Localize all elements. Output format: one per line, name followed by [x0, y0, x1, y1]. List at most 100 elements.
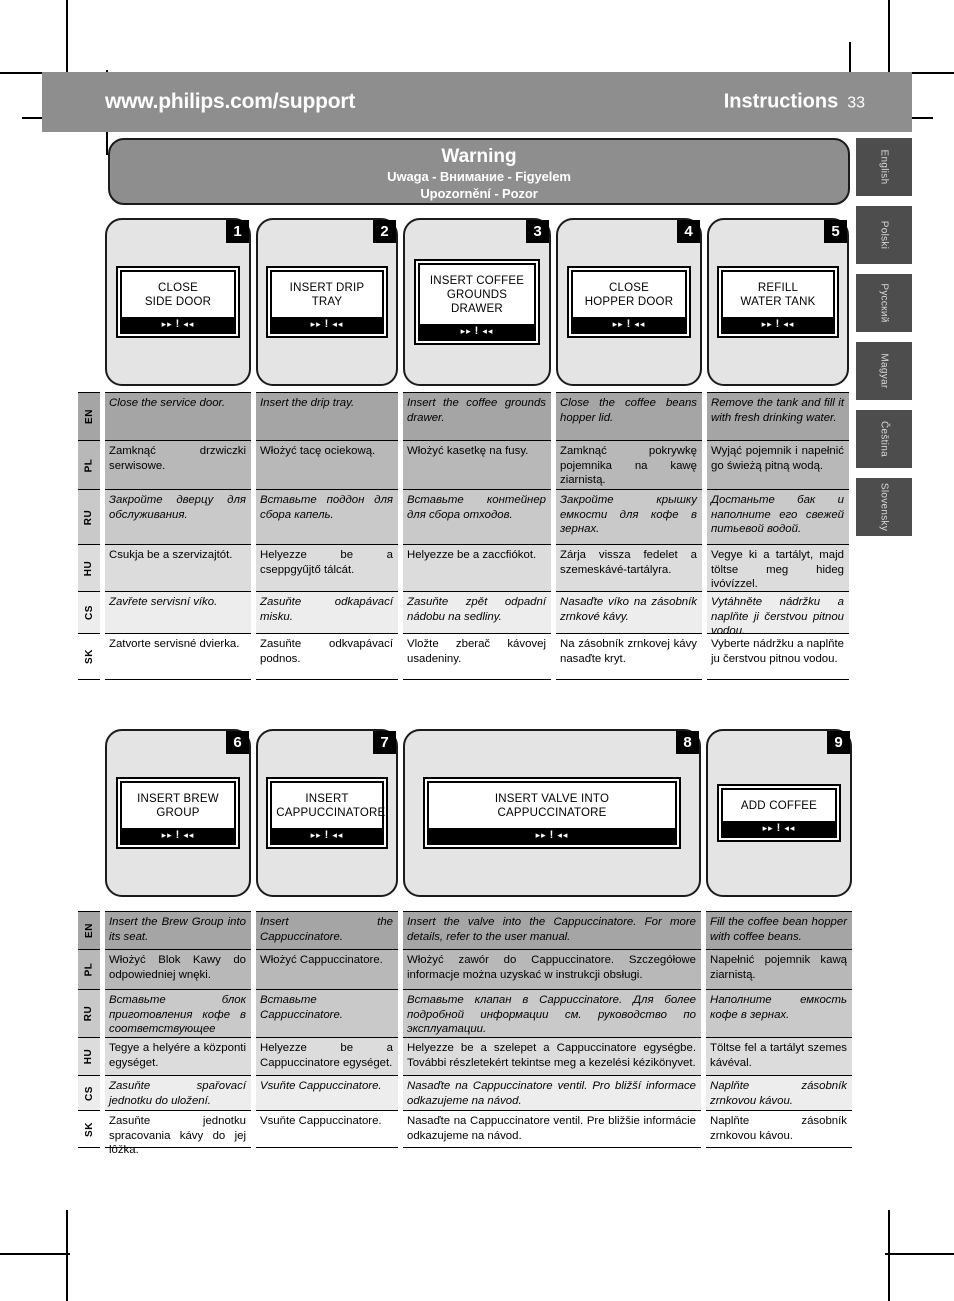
page-header: www.philips.com/support Instructions 33	[42, 72, 912, 132]
translation-column: Insert the valve into the Cappuccinatore…	[403, 911, 701, 1148]
translation-column: Insert the drip tray. Włożyć tacę ociekow…	[256, 392, 398, 680]
display-panel: 4 CLOSE HOPPER DOOR ▸▸! ◂◂	[556, 218, 702, 386]
language-code-label: EN	[83, 409, 95, 424]
lcd-screen: ADD COFFEE ▸▸! ◂◂	[716, 784, 842, 842]
fast-forward-icon: ▸▸	[535, 830, 547, 840]
rewind-icon: ◂◂	[183, 830, 195, 840]
language-tab-label: Polski	[878, 220, 890, 250]
translation-column: Insert the Brew Group into its seat. Włoż…	[105, 911, 251, 1156]
warning-subtitle-line2: Upozornění - Pozor	[420, 186, 538, 201]
lcd-screen: CLOSE SIDE DOOR ▸▸! ◂◂	[115, 266, 241, 338]
exclamation-icon: !	[775, 318, 781, 330]
display-panel: 7 INSERT CAPPUCCINATORE ▸▸! ◂◂	[256, 729, 398, 897]
language-code-label: EN	[83, 923, 95, 938]
crop-mark-bottom-right-h	[885, 1253, 954, 1255]
display-panel: 6 INSERT BREW GROUP ▸▸! ◂◂	[105, 729, 251, 897]
language-code-label: RU	[83, 1005, 95, 1022]
display-panel-row-2: 6 INSERT BREW GROUP ▸▸! ◂◂ 7 INSERT CAPPUCCIN…	[105, 729, 852, 897]
language-code-cell: HU	[78, 1037, 100, 1075]
display-panel-row-1: 1 CLOSE SIDE DOOR ▸▸! ◂◂ 2 INSERT DRIP TRAY ▸▸…	[105, 218, 849, 386]
step-number-badge: 2	[373, 220, 396, 243]
translation-cell: Zasuňte spařovací jednotku do uložení.	[105, 1075, 251, 1110]
translation-cell: Insert the Cappuccinatore.	[256, 911, 398, 949]
rewind-icon: ◂◂	[557, 830, 569, 840]
translation-cell: Вставьте блок приготовления кофе в соотв…	[105, 989, 251, 1050]
translation-cell: Helyezze be a Cappuccinatore egységet.	[256, 1037, 398, 1075]
lcd-screen: INSERT VALVE INTO CAPPUCCINATORE ▸▸! ◂◂	[422, 777, 682, 849]
fast-forward-icon: ▸▸	[310, 830, 322, 840]
language-code-cell: HU	[78, 544, 100, 591]
language-tab-label: Slovensky	[878, 482, 890, 532]
translation-cell: Zavřete servisní víko.	[105, 591, 251, 633]
language-tab-2[interactable]: Русский	[856, 274, 912, 332]
lcd-message-text: INSERT VALVE INTO CAPPUCCINATORE	[494, 793, 610, 819]
language-tab-5[interactable]: Slovensky	[856, 478, 912, 536]
display-panel: 9 ADD COFFEE ▸▸! ◂◂	[706, 729, 852, 897]
lcd-message-text: INSERT DRIP TRAY	[289, 282, 365, 308]
language-tab-0[interactable]: English	[856, 138, 912, 196]
language-tab-1[interactable]: Polski	[856, 206, 912, 264]
language-tab-4[interactable]: Čeština	[856, 410, 912, 468]
translation-cell: Remove the tank and fill it with fresh d…	[707, 392, 849, 440]
lcd-inner-frame: CLOSE SIDE DOOR ▸▸! ◂◂	[119, 270, 237, 334]
crop-mark-bottom-left-v	[66, 1210, 68, 1301]
lcd-inner-frame: CLOSE HOPPER DOOR ▸▸! ◂◂	[570, 270, 688, 334]
language-code-cell: RU	[78, 989, 100, 1037]
lcd-message-text: INSERT CAPPUCCINATORE	[276, 793, 386, 819]
display-panel: 5 REFILL WATER TANK ▸▸! ◂◂	[707, 218, 849, 386]
translation-cell: Закройте дверцу для обслуживания.	[105, 489, 251, 544]
lcd-message-text: REFILL WATER TANK	[740, 282, 816, 308]
fast-forward-icon: ▸▸	[310, 319, 322, 329]
lcd-screen: REFILL WATER TANK ▸▸! ◂◂	[717, 266, 839, 338]
step-number-badge: 4	[677, 220, 700, 243]
translation-cell: Helyezze be a zaccfiókot.	[403, 544, 551, 591]
language-code-cell: RU	[78, 489, 100, 544]
language-code-label: CS	[83, 605, 95, 620]
language-code-cell: EN	[78, 392, 100, 440]
rewind-icon: ◂◂	[634, 319, 646, 329]
step-number-badge: 9	[827, 731, 850, 754]
translation-cell: Włożyć kasetkę na fusy.	[403, 440, 551, 489]
warning-subtitle-line1: Uwaga - Внимание - Figyelem	[387, 169, 571, 184]
translation-cell: Zamknąć drzwiczki serwisowe.	[105, 440, 251, 489]
translation-cell: Вставьте клапан в Cappuccinatore. Для бо…	[403, 989, 701, 1037]
language-code-label: PL	[83, 962, 95, 977]
language-code-cell: SK	[78, 1110, 100, 1148]
lcd-message-text: INSERT COFFEE GROUNDS DRAWER	[429, 275, 525, 315]
language-code-cell: EN	[78, 911, 100, 949]
display-panel: 2 INSERT DRIP TRAY ▸▸! ◂◂	[256, 218, 398, 386]
translation-cell: Insert the drip tray.	[256, 392, 398, 440]
crop-mark-bottom-left-h	[0, 1253, 70, 1255]
header-right-group: Instructions 33	[724, 91, 865, 114]
translation-cell: Naplňte zásobník zrnkovou kávou.	[706, 1110, 852, 1148]
support-url: www.philips.com/support	[105, 90, 356, 113]
translation-cell: Vytáhněte nádržku a naplňte ji čerstvou …	[707, 591, 849, 637]
lcd-status-bar: ▸▸! ◂◂	[723, 317, 833, 332]
language-code-cell: SK	[78, 633, 100, 680]
lcd-screen: INSERT DRIP TRAY ▸▸! ◂◂	[266, 266, 388, 338]
translation-cell: Włożyć zawór do Cappuccinatore. Szczegół…	[403, 949, 701, 989]
fast-forward-icon: ▸▸	[161, 830, 173, 840]
translation-cell: Csukja be a szervizajtót.	[105, 544, 251, 591]
translation-table-1: EN PL RU HU CS SK Close the service door. Zamkn…	[78, 392, 849, 680]
section-title: Instructions	[723, 90, 839, 113]
language-tab-3[interactable]: Magyar	[856, 342, 912, 400]
translation-cell: Nasaďte na Cappuccinatore ventil. Pro bl…	[403, 1075, 701, 1110]
exclamation-icon: !	[324, 318, 330, 330]
fast-forward-icon: ▸▸	[612, 319, 624, 329]
lcd-message-text: INSERT BREW GROUP	[137, 793, 219, 819]
language-tab-label: Čeština	[878, 420, 890, 458]
lcd-inner-frame: INSERT CAPPUCCINATORE ▸▸! ◂◂	[270, 781, 386, 845]
display-panel: 3 INSERT COFFEE GROUNDS DRAWER ▸▸! ◂◂	[403, 218, 551, 386]
translation-table-2: EN PL RU HU CS SK Insert the Brew Group into i…	[78, 911, 852, 1156]
translation-cell: Wyjąć pojemnik i napełnić go świeżą pitn…	[707, 440, 849, 489]
translation-cell: Zasuňte odkapávací misku.	[256, 591, 398, 633]
translation-cell: Helyezze be a szelepet a Cappuccinatore …	[403, 1037, 701, 1075]
translation-cell: Insert the coffee grounds drawer.	[403, 392, 551, 440]
lcd-inner-frame: INSERT BREW GROUP ▸▸! ◂◂	[119, 781, 237, 845]
translation-cell: Na zásobník zrnkovej kávy nasaďte kryt.	[556, 633, 702, 680]
translation-cell: Zatvorte servisné dvierka.	[105, 633, 251, 680]
exclamation-icon: !	[549, 829, 555, 841]
lcd-screen: INSERT CAPPUCCINATORE ▸▸! ◂◂	[266, 777, 388, 849]
translation-cell: Naplňte zásobník zrnkovou kávou.	[706, 1075, 852, 1110]
